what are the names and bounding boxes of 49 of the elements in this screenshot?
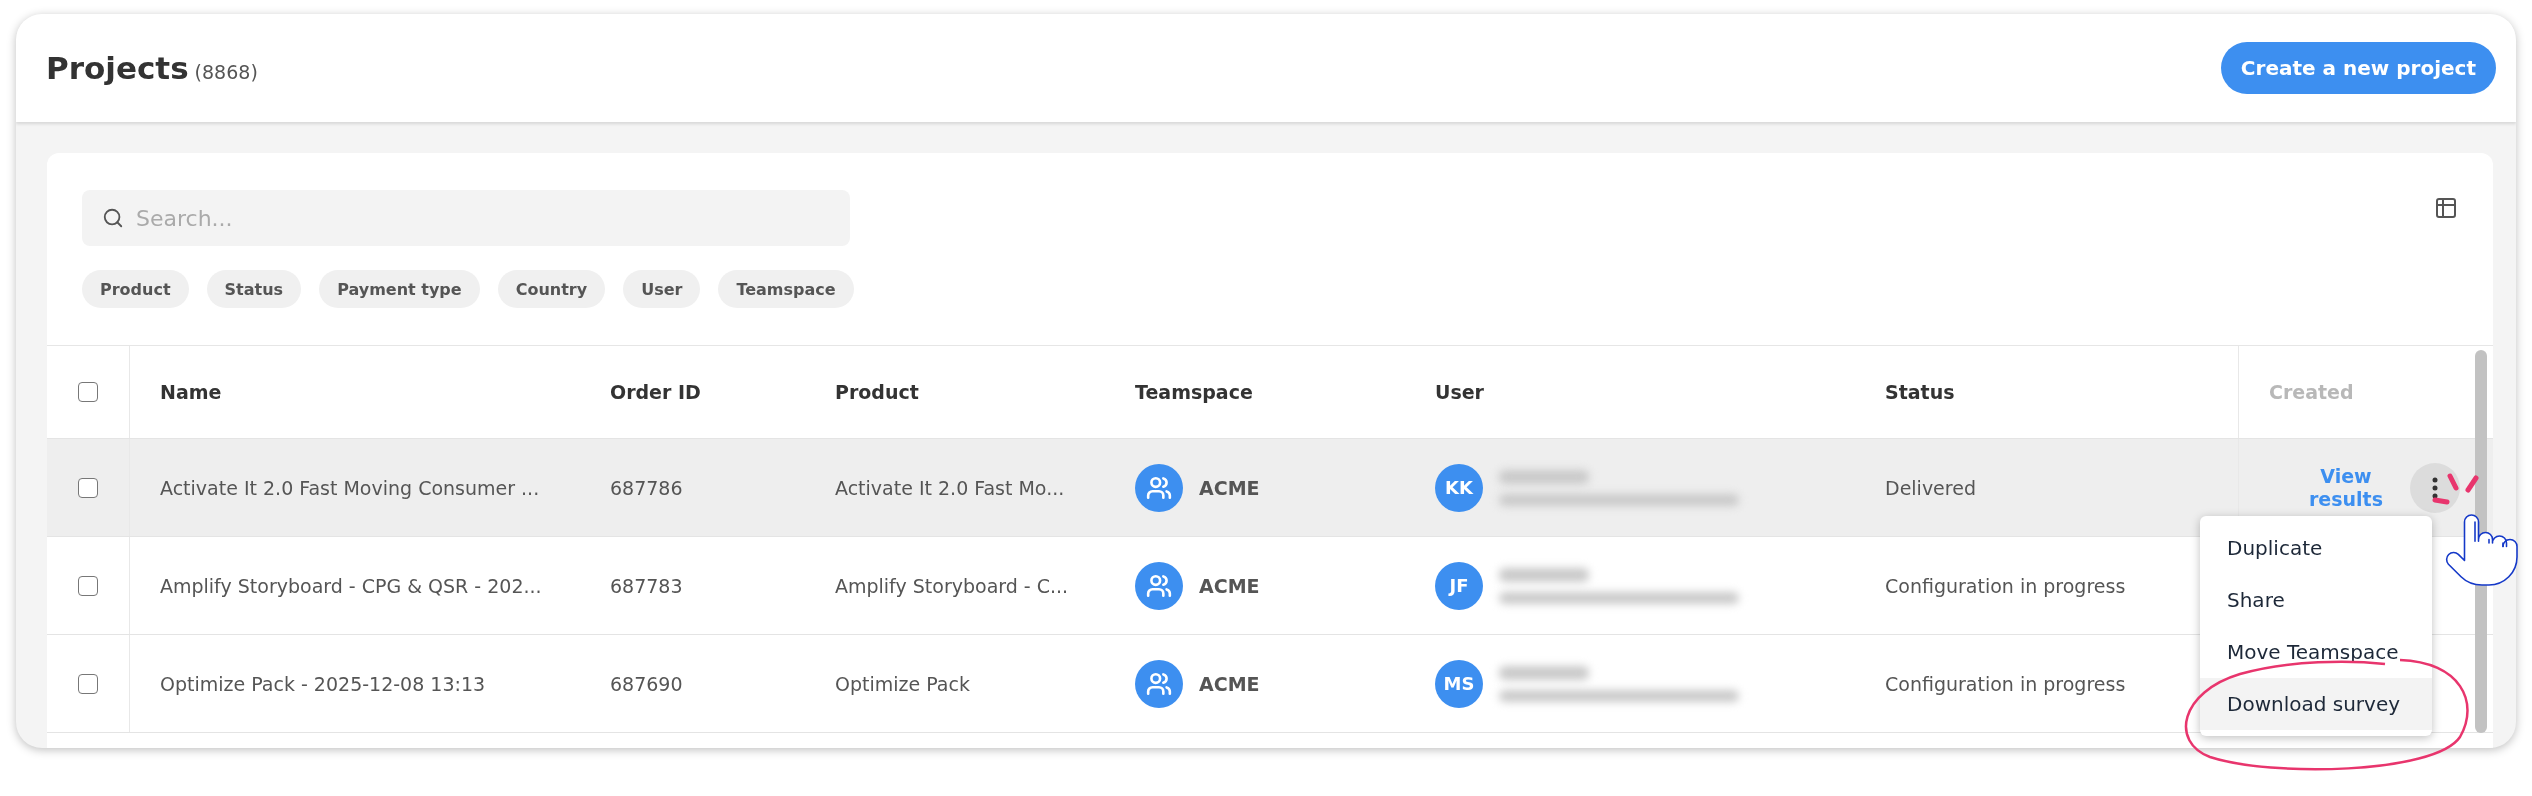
teamspace-name: ACME xyxy=(1199,476,1260,499)
checkbox[interactable] xyxy=(78,575,98,596)
product-name: Amplify Storyboard - C... xyxy=(835,574,1069,597)
menu-item[interactable]: Share xyxy=(2200,574,2432,626)
checkbox[interactable] xyxy=(78,382,98,402)
table-row[interactable]: Activate It 2.0 Fast Moving Consumer ... 687786 Activate It 2.0 Fast Mo... ACME KK Delivered View results xyxy=(47,439,2493,537)
checkbox[interactable] xyxy=(78,673,98,694)
column-header[interactable]: Teamspace xyxy=(1135,381,1253,403)
filter-chip[interactable]: Payment type xyxy=(319,270,480,308)
menu-item[interactable]: Download survey xyxy=(2200,678,2432,730)
menu-item[interactable]: Move Teamspace xyxy=(2200,626,2432,678)
team-icon xyxy=(1135,561,1183,610)
table-view-icon[interactable] xyxy=(2434,196,2458,220)
project-name: Amplify Storyboard - CPG & QSR - 202... xyxy=(160,574,542,597)
order-id: 687690 xyxy=(610,672,683,695)
filter-chip[interactable]: Country xyxy=(497,270,606,308)
project-count: (8868) xyxy=(194,61,258,83)
team-icon xyxy=(1135,463,1183,512)
page-title: Projects xyxy=(46,50,189,86)
menu-item[interactable]: Duplicate xyxy=(2200,522,2432,574)
column-header[interactable]: Product xyxy=(835,381,919,403)
order-id: 687786 xyxy=(610,476,683,499)
teamspace-name: ACME xyxy=(1199,672,1260,695)
column-header[interactable]: Status xyxy=(1885,381,1955,403)
product-name: Optimize Pack xyxy=(835,672,970,695)
filter-chip[interactable]: Product xyxy=(82,270,189,308)
more-options-button[interactable] xyxy=(2410,462,2460,513)
project-name: Activate It 2.0 Fast Moving Consumer ... xyxy=(160,476,540,499)
column-header[interactable]: User xyxy=(1435,381,1484,403)
teamspace-name: ACME xyxy=(1199,574,1260,597)
kebab-icon xyxy=(2432,476,2438,499)
order-id: 687783 xyxy=(610,574,683,597)
status-text: Delivered xyxy=(1885,476,1976,499)
search-field[interactable]: Search... xyxy=(82,190,850,246)
search-icon xyxy=(102,207,124,229)
filter-chip[interactable]: Teamspace xyxy=(718,270,854,308)
project-name: Optimize Pack - 2025-12-08 13:13 xyxy=(160,672,486,695)
checkbox[interactable] xyxy=(78,477,98,498)
user-avatar: JF xyxy=(1435,561,1483,610)
user-avatar: KK xyxy=(1435,463,1483,512)
column-header[interactable]: Name xyxy=(160,381,222,403)
column-header[interactable]: Order ID xyxy=(610,381,701,403)
filter-chip[interactable]: User xyxy=(623,270,701,308)
filter-chip[interactable]: Status xyxy=(206,270,302,308)
team-icon xyxy=(1135,659,1183,708)
status-text: Configuration in progress xyxy=(1885,672,2126,695)
user-avatar: MS xyxy=(1435,659,1483,708)
product-name: Activate It 2.0 Fast Mo... xyxy=(835,476,1065,499)
status-text: Configuration in progress xyxy=(1885,574,2126,597)
